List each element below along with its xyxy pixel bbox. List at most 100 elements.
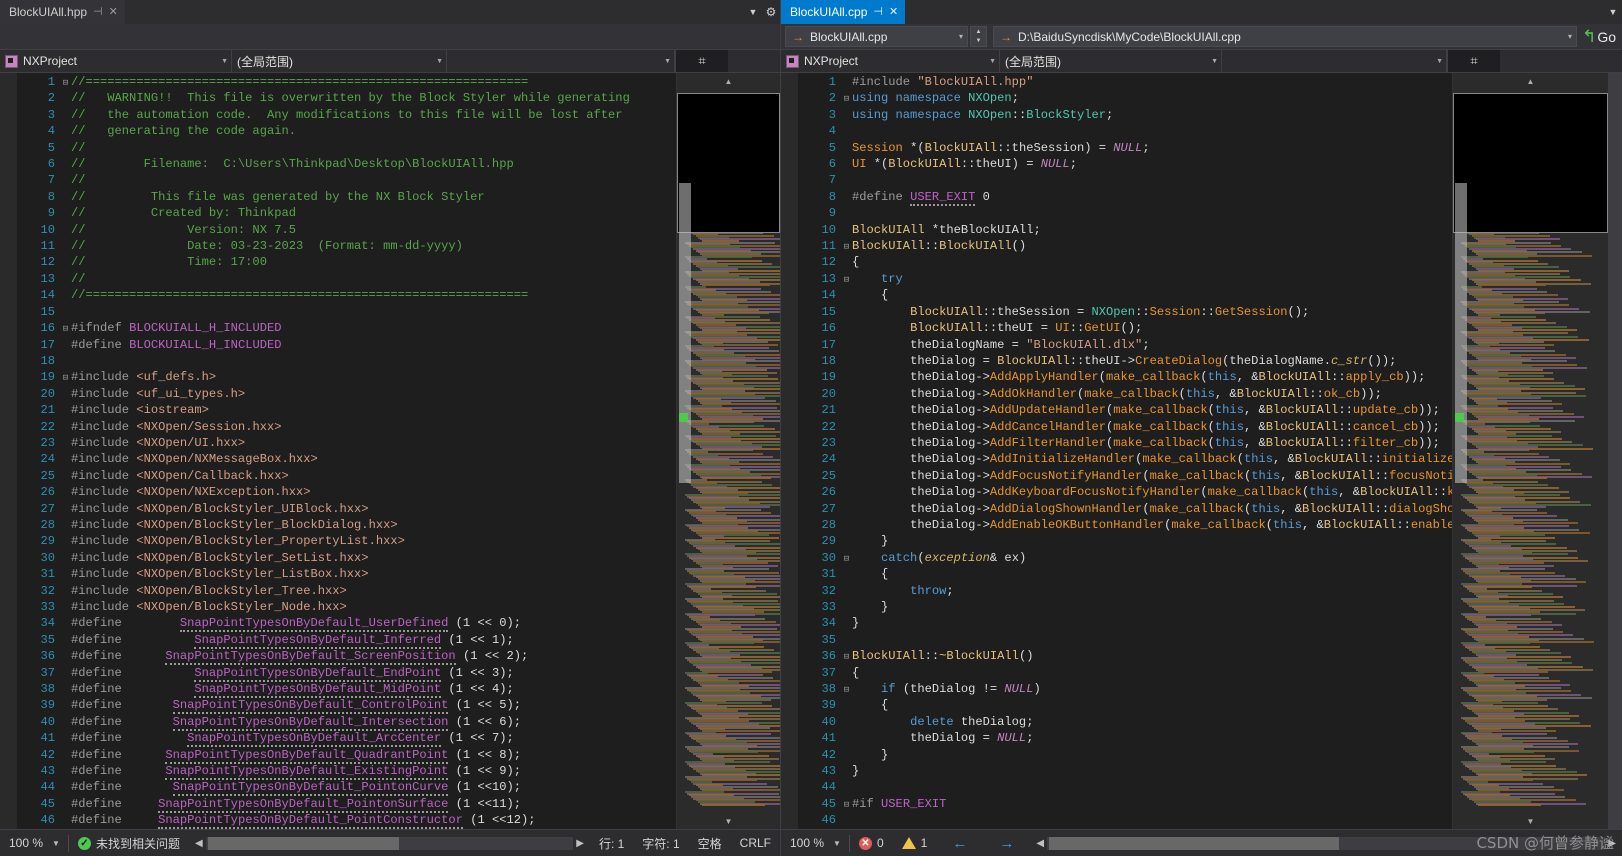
minimap-slider[interactable] bbox=[679, 183, 691, 483]
arrow-right-icon: → bbox=[792, 29, 804, 44]
close-icon[interactable]: ✕ bbox=[889, 6, 898, 18]
right-code-area[interactable]: 1 #include "BlockUIAll.hpp" 2 ⊟ using name… bbox=[798, 73, 1452, 829]
chevron-down-icon: ▼ bbox=[664, 57, 671, 65]
arrow-right-icon: → bbox=[999, 834, 1015, 852]
right-horizontal-scrollbar[interactable]: ◀ ▶ bbox=[1030, 830, 1622, 856]
right-minimap-canvas[interactable] bbox=[1453, 89, 1608, 813]
scroll-track[interactable] bbox=[205, 836, 574, 850]
scope-member-dropdown[interactable]: ▼ bbox=[1222, 50, 1447, 72]
left-status-bar: 100 % ▼ ✓ 未找到相关问题 ◀ ▶ 行: 1 字符: 1 空格 CRLF bbox=[0, 829, 780, 856]
tab-label: BlockUIAll.cpp bbox=[790, 5, 868, 19]
tab-blockuiall-hpp[interactable]: BlockUIAll.hpp ⊣ ✕ bbox=[0, 0, 125, 24]
right-zoom-selector[interactable]: 100 % ▼ bbox=[781, 830, 849, 856]
minimap-scroll-up-icon[interactable]: ▲ bbox=[1453, 73, 1608, 89]
minimap-line bbox=[701, 804, 765, 807]
left-code-area[interactable]: 1 ⊟//====================================… bbox=[17, 73, 676, 829]
chevron-down-icon: ▼ bbox=[436, 57, 443, 65]
chevron-down-icon: ▼ bbox=[833, 838, 841, 848]
spin-up-icon[interactable]: ▲ bbox=[971, 27, 986, 37]
nav-back-button[interactable]: ← bbox=[936, 835, 983, 852]
error-count-indicator[interactable]: ✕ 0 bbox=[850, 836, 893, 850]
char-indicator: 字符: 1 bbox=[633, 835, 688, 852]
eol-label: CRLF bbox=[739, 836, 771, 850]
nav-spinner[interactable]: ▲ ▼ bbox=[970, 26, 987, 47]
left-scope-bar: NXProject ▼ (全局范围) ▼ ▼ ⌗ bbox=[0, 50, 780, 73]
pin-icon[interactable]: ⊣ bbox=[873, 6, 883, 18]
right-editor-body: 1 #include "BlockUIAll.hpp" 2 ⊟ using name… bbox=[781, 73, 1622, 829]
scroll-thumb[interactable] bbox=[1049, 836, 1340, 850]
scope-global-dropdown[interactable]: (全局范围) ▼ bbox=[232, 50, 447, 72]
go-button[interactable]: ↰ Go bbox=[1579, 24, 1622, 49]
split-view-button[interactable]: ⌗ bbox=[1447, 50, 1500, 72]
eol-indicator[interactable]: CRLF bbox=[731, 836, 780, 850]
zoom-level: 100 % bbox=[790, 836, 825, 850]
right-minimap[interactable]: ▲ ▼ bbox=[1452, 73, 1608, 829]
pin-icon[interactable]: ⊣ bbox=[93, 6, 103, 18]
minimap-scroll-down-icon[interactable]: ▼ bbox=[677, 813, 780, 829]
scroll-right-icon[interactable]: ▶ bbox=[576, 838, 584, 849]
left-horizontal-scrollbar[interactable]: ◀ ▶ bbox=[189, 830, 590, 856]
chevron-down-icon: ▼ bbox=[989, 57, 996, 65]
chevron-down-icon: ▾ bbox=[1568, 32, 1573, 41]
minimap-line bbox=[1477, 284, 1546, 287]
minimap-line bbox=[701, 670, 772, 673]
right-tabstrip: BlockUIAll.cpp ⊣ ✕ ▼ bbox=[781, 0, 1622, 24]
scope-global-label: (全局范围) bbox=[237, 54, 293, 69]
left-zoom-selector[interactable]: 100 % ▼ bbox=[0, 830, 68, 856]
minimap-line bbox=[701, 284, 770, 287]
scope-project-dropdown[interactable]: NXProject ▼ bbox=[0, 50, 232, 72]
scope-global-dropdown[interactable]: (全局范围) ▼ bbox=[1000, 50, 1222, 72]
tab-blockuiall-cpp[interactable]: BlockUIAll.cpp ⊣ ✕ bbox=[781, 0, 906, 24]
scroll-right-icon[interactable]: ▶ bbox=[1608, 838, 1616, 849]
minimap-scroll-up-icon[interactable]: ▲ bbox=[677, 73, 780, 89]
minimap-line bbox=[1477, 804, 1541, 807]
chevron-down-icon: ▾ bbox=[958, 32, 963, 41]
left-editor-body: 1 ⊟//====================================… bbox=[0, 73, 780, 829]
warning-triangle-icon bbox=[901, 837, 916, 849]
right-indicator-margin[interactable] bbox=[781, 73, 798, 829]
nav-path-dropdown[interactable]: → D:\BaiduSyncdisk\MyCode\BlockUIAll.cpp… bbox=[993, 26, 1578, 47]
right-editor-pane: BlockUIAll.cpp ⊣ ✕ ▼ → BlockUIAll.cpp ▾ … bbox=[781, 0, 1622, 856]
spin-down-icon[interactable]: ▼ bbox=[971, 37, 986, 47]
scroll-track[interactable] bbox=[1047, 836, 1606, 850]
left-editor-pane: BlockUIAll.hpp ⊣ ✕ ▼ ⚙ NXProject ▼ (全局范围… bbox=[0, 0, 781, 856]
scope-project-dropdown[interactable]: NXProject ▼ bbox=[781, 50, 1000, 72]
project-icon bbox=[786, 54, 799, 68]
warning-count-indicator[interactable]: 1 bbox=[893, 836, 937, 850]
tab-overflow-caret-icon[interactable]: ▼ bbox=[744, 0, 762, 24]
right-code-text[interactable]: 1 #include "BlockUIAll.hpp" 2 ⊟ using name… bbox=[798, 73, 1452, 829]
close-icon[interactable]: ✕ bbox=[109, 6, 118, 18]
split-view-button[interactable]: ⌗ bbox=[675, 50, 728, 72]
arrow-left-icon: ← bbox=[952, 834, 968, 852]
left-code-text[interactable]: 1 ⊟//====================================… bbox=[17, 73, 676, 829]
tabstrip-spacer bbox=[125, 0, 744, 24]
tab-label: BlockUIAll.hpp bbox=[9, 5, 88, 19]
indentation-indicator[interactable]: 空格 bbox=[689, 835, 731, 852]
chevron-down-icon: ▼ bbox=[1436, 57, 1443, 65]
line-indicator: 行: 1 bbox=[590, 835, 633, 852]
nav-forward-button[interactable]: → bbox=[983, 835, 1030, 852]
error-count-label: 0 bbox=[876, 836, 884, 850]
scroll-thumb[interactable] bbox=[207, 836, 399, 850]
window-vertical-scrollbar[interactable] bbox=[1608, 73, 1622, 829]
left-minimap-canvas[interactable] bbox=[677, 89, 780, 813]
char-label: 字符: 1 bbox=[642, 836, 680, 851]
left-minimap[interactable]: ▲ ▼ bbox=[676, 73, 780, 829]
scroll-left-icon[interactable]: ◀ bbox=[195, 838, 203, 849]
tab-overflow-caret-icon[interactable]: ▼ bbox=[1604, 0, 1622, 24]
minimap-viewport[interactable] bbox=[677, 93, 780, 233]
nav-path-label: D:\BaiduSyncdisk\MyCode\BlockUIAll.cpp bbox=[1018, 29, 1241, 44]
minimap-change-marker bbox=[1455, 413, 1464, 422]
scroll-left-icon[interactable]: ◀ bbox=[1036, 838, 1044, 849]
zoom-level: 100 % bbox=[9, 836, 44, 850]
left-indicator-margin[interactable] bbox=[0, 73, 17, 829]
gear-icon[interactable]: ⚙ bbox=[762, 0, 780, 24]
issue-status[interactable]: ✓ 未找到相关问题 bbox=[69, 835, 189, 852]
scope-member-dropdown[interactable]: ▼ bbox=[447, 50, 675, 72]
minimap-viewport[interactable] bbox=[1453, 93, 1608, 233]
issue-status-label: 未找到相关问题 bbox=[95, 836, 180, 851]
minimap-scroll-down-icon[interactable]: ▼ bbox=[1453, 813, 1608, 829]
nav-file-dropdown[interactable]: → BlockUIAll.cpp ▾ bbox=[785, 26, 968, 47]
project-icon bbox=[5, 54, 18, 68]
minimap-slider[interactable] bbox=[1455, 183, 1467, 483]
